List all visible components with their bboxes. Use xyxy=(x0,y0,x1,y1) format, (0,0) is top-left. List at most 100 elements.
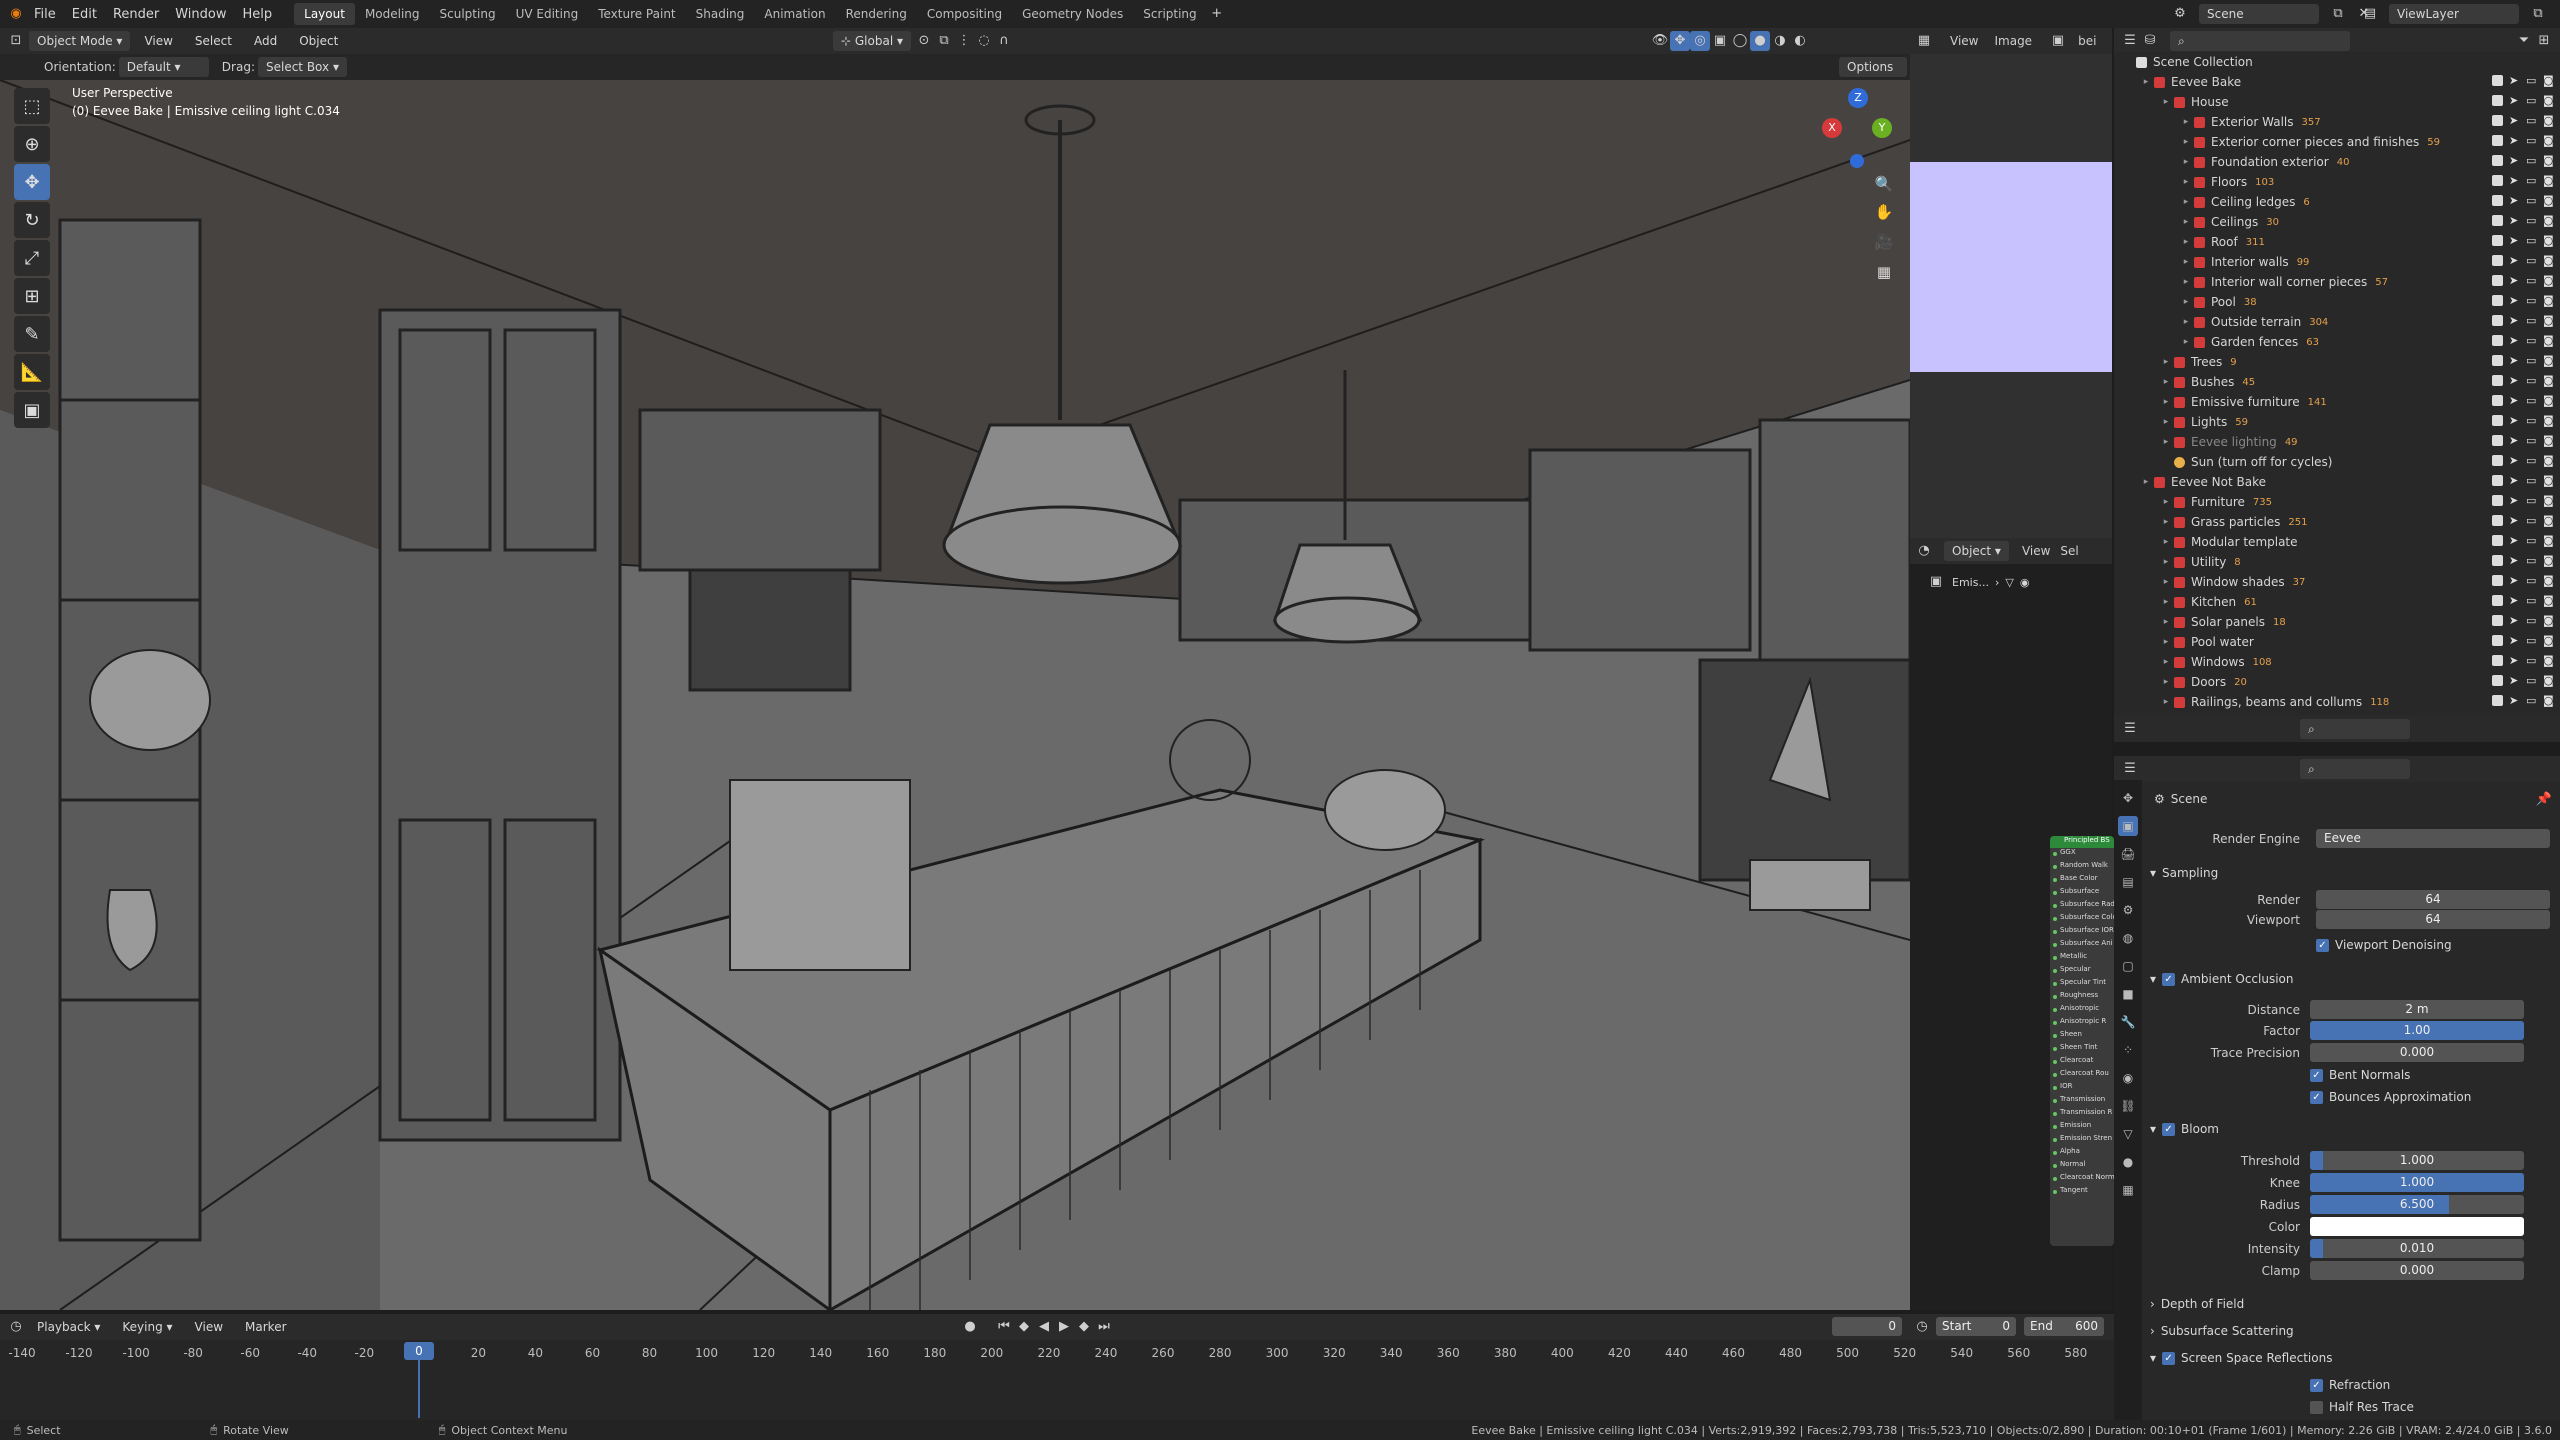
menu-edit[interactable]: Edit xyxy=(64,7,105,22)
outliner-row[interactable]: ▸ Lights 59 ➤ ▭ ◙ xyxy=(2114,412,2560,432)
viewport-monitor-icon[interactable]: ▭ xyxy=(2526,595,2537,606)
start-frame-field[interactable]: Start 0 xyxy=(1936,1317,2016,1336)
disclosure-triangle-icon[interactable]: ▸ xyxy=(2160,677,2172,687)
outliner-row[interactable]: ▸ Kitchen 61 ➤ ▭ ◙ xyxy=(2114,592,2560,612)
selectable-arrow-icon[interactable]: ➤ xyxy=(2509,395,2520,406)
exclude-checkbox[interactable] xyxy=(2492,555,2503,566)
selectable-arrow-icon[interactable]: ➤ xyxy=(2509,255,2520,266)
gizmo-z-axis[interactable]: Z xyxy=(1848,88,1868,108)
node-object-dropdown[interactable]: Object ▾ xyxy=(1944,541,2009,561)
outliner-search-input[interactable]: ⌕ xyxy=(2170,31,2350,51)
exclude-checkbox[interactable] xyxy=(2492,295,2503,306)
outliner-row[interactable]: ▸ Solar panels 18 ➤ ▭ ◙ xyxy=(2114,612,2560,632)
outliner-row[interactable]: ▸ Roof 311 ➤ ▭ ◙ xyxy=(2114,232,2560,252)
render-camera-icon[interactable]: ◙ xyxy=(2543,155,2554,166)
selectable-arrow-icon[interactable]: ➤ xyxy=(2509,335,2520,346)
add-workspace-icon[interactable]: + xyxy=(1207,4,1227,24)
cursor-tool-icon[interactable]: ⊕ xyxy=(14,126,50,162)
navigation-gizmo[interactable]: Z X Y xyxy=(1820,84,1900,174)
sss-section[interactable]: › Subsurface Scattering xyxy=(2150,1324,2294,1338)
viewport-monitor-icon[interactable]: ▭ xyxy=(2526,555,2537,566)
outliner-row[interactable]: ▸ Eevee Bake ➤ ▭ ◙ xyxy=(2114,72,2560,92)
viewport-monitor-icon[interactable]: ▭ xyxy=(2526,295,2537,306)
physics-tab-icon[interactable]: ◉ xyxy=(2118,1068,2138,1088)
bloom-knee-field[interactable]: 1.000 xyxy=(2310,1173,2524,1192)
new-collection-icon[interactable]: ⊞ xyxy=(2534,31,2554,51)
outliner-row[interactable]: ▸ Exterior Walls 357 ➤ ▭ ◙ xyxy=(2114,112,2560,132)
ssr-section[interactable]: ▾ ✓ Screen Space Reflections xyxy=(2150,1351,2332,1365)
render-camera-icon[interactable]: ◙ xyxy=(2543,675,2554,686)
proportional-edit-icon[interactable]: ◌ xyxy=(974,31,994,51)
image-image-menu[interactable]: Image xyxy=(1994,34,2032,48)
node-socket[interactable]: GGX xyxy=(2050,848,2114,861)
tool-tab-icon[interactable]: ✥ xyxy=(2118,788,2138,808)
properties-search-input[interactable]: ⌕ xyxy=(2300,759,2410,779)
node-socket[interactable]: Emission Stren xyxy=(2050,1134,2114,1147)
exclude-checkbox[interactable] xyxy=(2492,695,2503,706)
viewport-monitor-icon[interactable]: ▭ xyxy=(2526,455,2537,466)
selectable-arrow-icon[interactable]: ➤ xyxy=(2509,635,2520,646)
exclude-checkbox[interactable] xyxy=(2492,95,2503,106)
disclosure-triangle-icon[interactable]: ▸ xyxy=(2180,137,2192,147)
current-frame-field[interactable]: 0 xyxy=(1832,1317,1902,1336)
output-tab-icon[interactable]: 🖨 xyxy=(2118,844,2138,864)
scene-name[interactable]: Scene xyxy=(2199,4,2319,24)
next-keyframe-icon[interactable]: ◆ xyxy=(1074,1317,1094,1337)
workspace-tab-scripting[interactable]: Scripting xyxy=(1133,3,1206,25)
selectable-arrow-icon[interactable]: ➤ xyxy=(2509,495,2520,506)
workspace-tab-modeling[interactable]: Modeling xyxy=(355,3,430,25)
outliner-row[interactable]: ▸ Interior wall corner pieces 57 ➤ ▭ ◙ xyxy=(2114,272,2560,292)
render-tab-icon[interactable]: ▣ xyxy=(2118,816,2138,836)
outliner-row[interactable]: ▸ Exterior corner pieces and finishes 59 ➤ ▭… xyxy=(2114,132,2560,152)
half-res-checkbox[interactable]: Half Res Trace xyxy=(2310,1400,2414,1414)
material-shading-icon[interactable]: ◑ xyxy=(1770,31,1790,51)
selectable-arrow-icon[interactable]: ➤ xyxy=(2509,675,2520,686)
exclude-checkbox[interactable] xyxy=(2492,255,2503,266)
exclude-checkbox[interactable] xyxy=(2492,515,2503,526)
viewport-monitor-icon[interactable]: ▭ xyxy=(2526,315,2537,326)
render-camera-icon[interactable]: ◙ xyxy=(2543,455,2554,466)
drag-dropdown[interactable]: Select Box ▾ xyxy=(257,57,347,77)
outliner-row[interactable]: ▸ Doors 20 ➤ ▭ ◙ xyxy=(2114,672,2560,692)
gizmo-neg-z[interactable] xyxy=(1850,154,1864,168)
wireframe-shading-icon[interactable]: ◯ xyxy=(1730,31,1750,51)
viewport-monitor-icon[interactable]: ▭ xyxy=(2526,215,2537,226)
disclosure-triangle-icon[interactable]: ▸ xyxy=(2160,377,2172,387)
outliner[interactable]: Scene Collection ▸ Eevee Bake ➤ ▭ ◙ ▸ House ➤ ▭ ◙… xyxy=(2114,52,2560,716)
selectable-arrow-icon[interactable]: ➤ xyxy=(2509,575,2520,586)
viewport-monitor-icon[interactable]: ▭ xyxy=(2526,115,2537,126)
render-camera-icon[interactable]: ◙ xyxy=(2543,215,2554,226)
exclude-checkbox[interactable] xyxy=(2492,595,2503,606)
exclude-checkbox[interactable] xyxy=(2492,655,2503,666)
outliner-row[interactable]: ▸ Grass particles 251 ➤ ▭ ◙ xyxy=(2114,512,2560,532)
node-socket[interactable]: Clearcoat Rou xyxy=(2050,1069,2114,1082)
snap-icon[interactable]: ⧉ xyxy=(934,31,954,51)
gizmo-y-axis[interactable]: Y xyxy=(1872,118,1892,138)
outliner-row[interactable]: ▸ Eevee lighting 49 ➤ ▭ ◙ xyxy=(2114,432,2560,452)
disclosure-triangle-icon[interactable]: ▸ xyxy=(2160,657,2172,667)
ao-section[interactable]: ▾ ✓ Ambient Occlusion xyxy=(2150,972,2294,986)
snap-target-icon[interactable]: ⋮ xyxy=(954,31,974,51)
viewport-monitor-icon[interactable]: ▭ xyxy=(2526,275,2537,286)
selectable-arrow-icon[interactable]: ➤ xyxy=(2509,655,2520,666)
scene-tab-icon[interactable]: ⚙ xyxy=(2118,900,2138,920)
selectable-arrow-icon[interactable]: ➤ xyxy=(2509,315,2520,326)
render-camera-icon[interactable]: ◙ xyxy=(2543,435,2554,446)
disclosure-triangle-icon[interactable]: ▸ xyxy=(2160,97,2172,107)
viewport-samples-field[interactable]: 64 xyxy=(2316,910,2550,929)
viewport-monitor-icon[interactable]: ▭ xyxy=(2526,195,2537,206)
ao-enable-checkbox[interactable]: ✓ xyxy=(2162,972,2176,986)
render-engine-dropdown[interactable]: Eevee xyxy=(2316,829,2550,848)
outliner-row[interactable]: ▸ Modular template ➤ ▭ ◙ xyxy=(2114,532,2560,552)
viewport-monitor-icon[interactable]: ▭ xyxy=(2526,175,2537,186)
exclude-checkbox[interactable] xyxy=(2492,275,2503,286)
selectable-arrow-icon[interactable]: ➤ xyxy=(2509,195,2520,206)
viewport-monitor-icon[interactable]: ▭ xyxy=(2526,435,2537,446)
selectable-arrow-icon[interactable]: ➤ xyxy=(2509,415,2520,426)
world-tab-icon[interactable]: ◍ xyxy=(2118,928,2138,948)
ao-factor-field[interactable]: 1.00 xyxy=(2310,1021,2524,1040)
solid-shading-icon[interactable]: ● xyxy=(1750,31,1770,51)
render-camera-icon[interactable]: ◙ xyxy=(2543,355,2554,366)
camera-view-icon[interactable]: 🎥 xyxy=(1870,228,1898,256)
selectable-arrow-icon[interactable]: ➤ xyxy=(2509,175,2520,186)
